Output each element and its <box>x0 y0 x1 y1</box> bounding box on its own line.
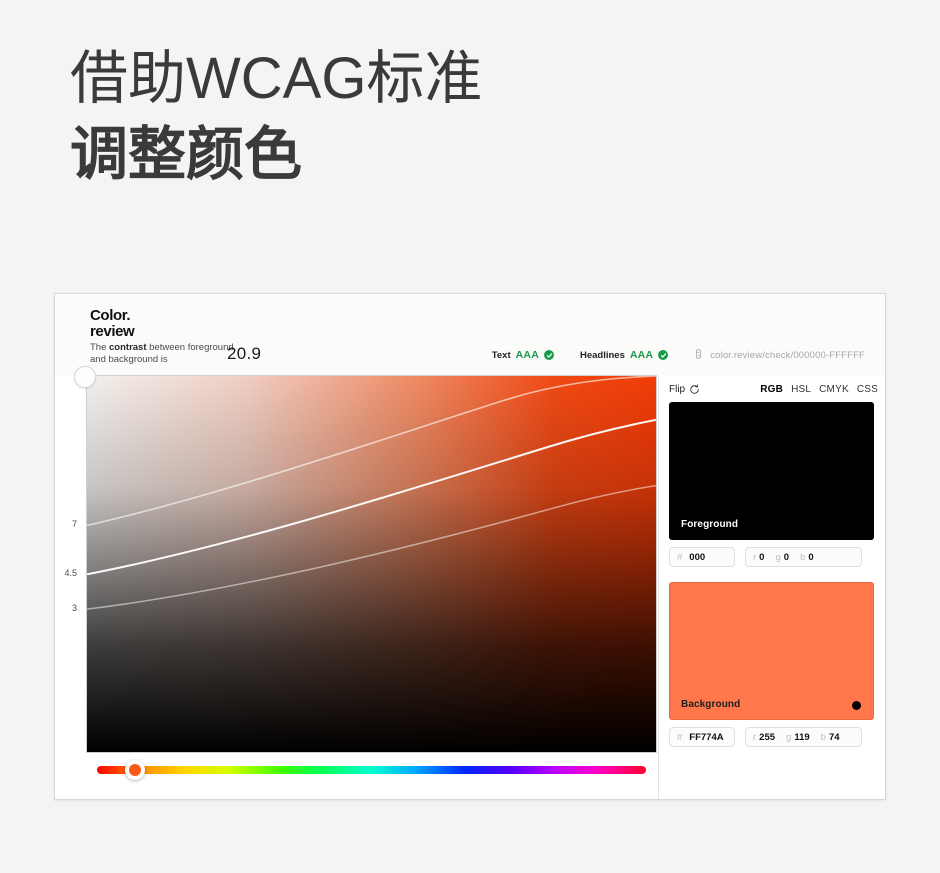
tab-rgb[interactable]: RGB <box>760 384 783 395</box>
background-rgb-field[interactable]: r 255 g 119 b 74 <box>745 727 862 747</box>
hex-symbol: # <box>677 551 683 563</box>
background-selection-dot <box>852 701 861 710</box>
hue-slider[interactable] <box>86 759 657 781</box>
g-symbol: g <box>786 731 792 743</box>
hex-symbol: # <box>677 731 683 743</box>
tab-css[interactable]: CSS <box>857 384 878 395</box>
app-topbar: Color. review The contrast between foreg… <box>55 294 885 375</box>
badge-text: Text AAA <box>492 349 554 361</box>
background-g-channel: g 119 <box>786 732 810 743</box>
axis-label-7: 7 <box>71 519 77 529</box>
format-tabs: RGB HSL CMYK CSS <box>760 384 878 395</box>
hue-slider-handle[interactable] <box>125 760 146 780</box>
flip-label: Flip <box>669 383 686 395</box>
contrast-text-bold: contrast <box>109 342 147 353</box>
background-swatch[interactable]: Background <box>669 582 874 720</box>
contrast-ratio-value: 20.9 <box>227 344 262 363</box>
tab-hsl[interactable]: HSL <box>791 384 811 395</box>
hue-slider-track[interactable] <box>97 766 646 774</box>
panel-header: Flip RGB HSL CMYK CSS <box>659 379 885 399</box>
background-swatch-label: Background <box>681 699 741 710</box>
background-b-channel: b 74 <box>821 732 840 743</box>
check-circle-icon <box>544 350 554 360</box>
contrast-threshold-curves <box>87 376 656 610</box>
r-symbol: r <box>753 551 757 563</box>
foreground-r-channel: r 0 <box>753 552 764 563</box>
foreground-g-value: 0 <box>783 551 790 563</box>
foreground-handle[interactable] <box>74 366 96 388</box>
background-hex-value: FF774A <box>689 731 724 743</box>
badge-headlines: Headlines AAA <box>580 349 669 361</box>
logo-line-2: review <box>90 323 135 340</box>
foreground-swatch[interactable]: Foreground <box>669 402 874 540</box>
hue-handle-dot <box>129 764 142 776</box>
link-icon <box>691 346 709 364</box>
axis-label-3: 3 <box>71 603 77 613</box>
badge-text-label: Text <box>491 349 511 361</box>
headline-line-2: 调整颜色 <box>70 121 303 187</box>
foreground-b-value: 0 <box>808 551 814 563</box>
app-logo[interactable]: Color. review <box>90 307 135 340</box>
badge-headlines-label: Headlines <box>580 349 625 361</box>
foreground-fields: # 000 r 0 g 0 b 0 <box>669 547 874 567</box>
background-hex-field[interactable]: # FF774A <box>669 727 735 747</box>
permalink-url: color.review/check/000000-FFFFFF <box>710 349 865 361</box>
r-symbol: r <box>753 731 757 743</box>
color-values-panel: Flip RGB HSL CMYK CSS Foreground # 000 r… <box>658 375 885 799</box>
foreground-b-channel: b 0 <box>800 552 814 563</box>
color-picker-canvas[interactable] <box>86 375 657 753</box>
background-g-value: 119 <box>794 731 810 743</box>
contrast-text-pre: The <box>90 342 110 353</box>
foreground-g-channel: g 0 <box>775 552 789 563</box>
color-review-app-card: Color. review The contrast between foreg… <box>54 293 886 800</box>
b-symbol: b <box>800 551 806 563</box>
page-headline: 借助WCAG标准 调整颜色 <box>70 46 770 188</box>
g-symbol: g <box>775 551 781 563</box>
contrast-description: The contrast between foreground and back… <box>90 342 250 365</box>
foreground-rgb-field[interactable]: r 0 g 0 b 0 <box>745 547 862 567</box>
contrast-canvas-area: 7 4.5 3 <box>64 366 657 753</box>
logo-line-1: Color. <box>90 307 131 324</box>
refresh-icon <box>689 383 700 395</box>
check-circle-icon <box>658 350 669 360</box>
page-root: 借助WCAG标准 调整颜色 Color. review The contrast… <box>0 0 940 873</box>
badge-text-level: AAA <box>515 349 539 361</box>
background-fields: # FF774A r 255 g 119 b 74 <box>669 727 874 747</box>
foreground-hex-value: 000 <box>689 551 706 563</box>
flip-button[interactable]: Flip <box>669 384 700 395</box>
foreground-r-value: 0 <box>759 551 765 563</box>
axis-label-4-5: 4.5 <box>64 568 77 578</box>
background-r-channel: r 255 <box>753 732 775 743</box>
foreground-swatch-label: Foreground <box>681 519 739 530</box>
compliance-badges: Text AAA Headlines AAA color.review/chec… <box>492 348 865 362</box>
permalink-group[interactable]: color.review/check/000000-FFFFFF <box>694 348 865 362</box>
b-symbol: b <box>820 731 826 743</box>
headline-line-1: 借助WCAG标准 <box>70 46 483 111</box>
badge-headlines-level: AAA <box>629 349 654 361</box>
background-b-value: 74 <box>828 731 840 743</box>
tab-cmyk[interactable]: CMYK <box>819 384 849 395</box>
background-r-value: 255 <box>759 731 776 743</box>
foreground-hex-field[interactable]: # 000 <box>669 547 735 567</box>
